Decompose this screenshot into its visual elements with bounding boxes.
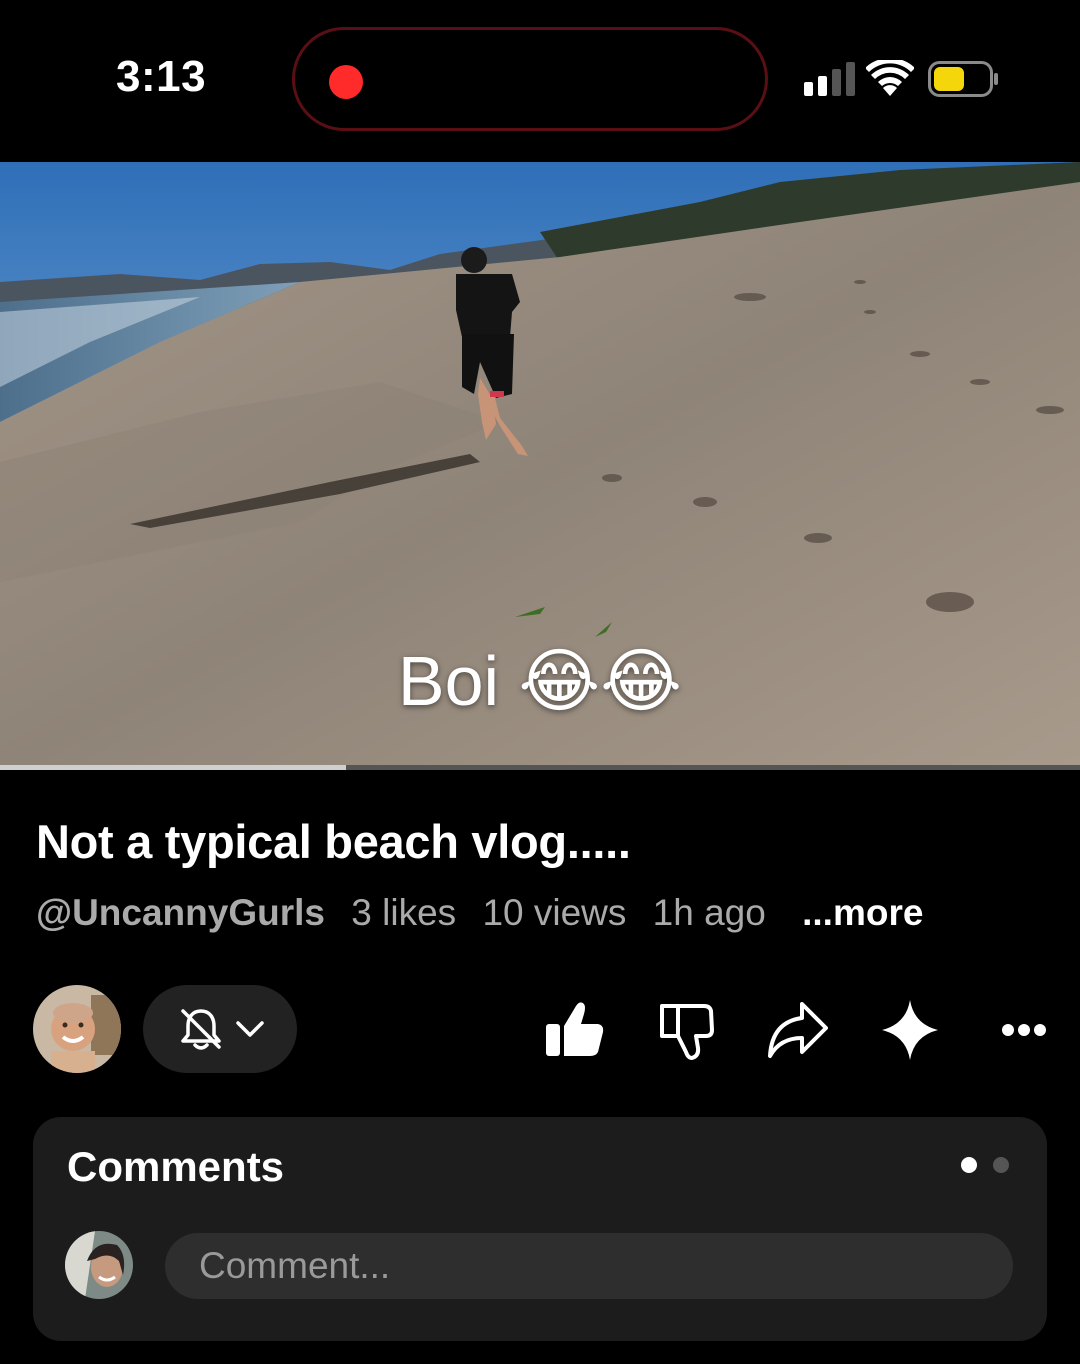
- user-avatar: [65, 1231, 133, 1299]
- video-caption: Boi 😂😂: [397, 642, 683, 720]
- subscription-bell-button[interactable]: [143, 985, 297, 1073]
- video-meta: @UncannyGurls 3 likes 10 views 1h ago ..…: [36, 892, 939, 934]
- more-icon: [1002, 1024, 1046, 1036]
- thumbs-down-icon: [660, 1004, 714, 1060]
- video-player[interactable]: Boi 😂😂: [0, 162, 1080, 769]
- share-button[interactable]: [764, 996, 832, 1064]
- views-count: 10 views: [482, 892, 627, 933]
- more-button[interactable]: ...more: [802, 892, 923, 933]
- comment-input[interactable]: Comment...: [165, 1233, 1013, 1299]
- more-actions-button[interactable]: [990, 996, 1058, 1064]
- comments-title: Comments: [67, 1143, 285, 1190]
- carousel-dot-active: [960, 1157, 977, 1173]
- status-time: 3:13: [116, 52, 207, 101]
- channel-avatar[interactable]: [33, 985, 121, 1073]
- wifi-icon: [866, 60, 914, 96]
- video-title: Not a typical beach vlog.....: [36, 815, 631, 868]
- share-icon: [768, 1002, 828, 1058]
- recording-indicator-icon: [329, 65, 363, 99]
- carousel-dot: [993, 1157, 1009, 1173]
- likes-count: 3 likes: [351, 892, 457, 933]
- chevron-down-icon: [236, 1021, 264, 1037]
- like-button[interactable]: [540, 996, 608, 1064]
- sparkle-icon: [882, 1000, 938, 1060]
- channel-handle[interactable]: @UncannyGurls: [36, 892, 325, 933]
- bell-off-icon: [181, 1009, 221, 1050]
- carousel-dots: [949, 1157, 1009, 1178]
- remix-button[interactable]: [876, 996, 944, 1064]
- comments-panel[interactable]: Comments Comment...: [33, 1117, 1047, 1341]
- status-bar: 3:13: [0, 0, 1080, 162]
- battery-icon: [928, 61, 998, 97]
- cellular-signal-icon: [804, 62, 855, 96]
- video-progress-bar[interactable]: [0, 765, 1080, 770]
- thumbs-up-icon: [546, 1002, 604, 1056]
- dislike-button[interactable]: [652, 996, 720, 1064]
- video-progress-fill: [0, 765, 346, 770]
- upload-time: 1h ago: [652, 892, 766, 933]
- dynamic-island[interactable]: [292, 27, 768, 131]
